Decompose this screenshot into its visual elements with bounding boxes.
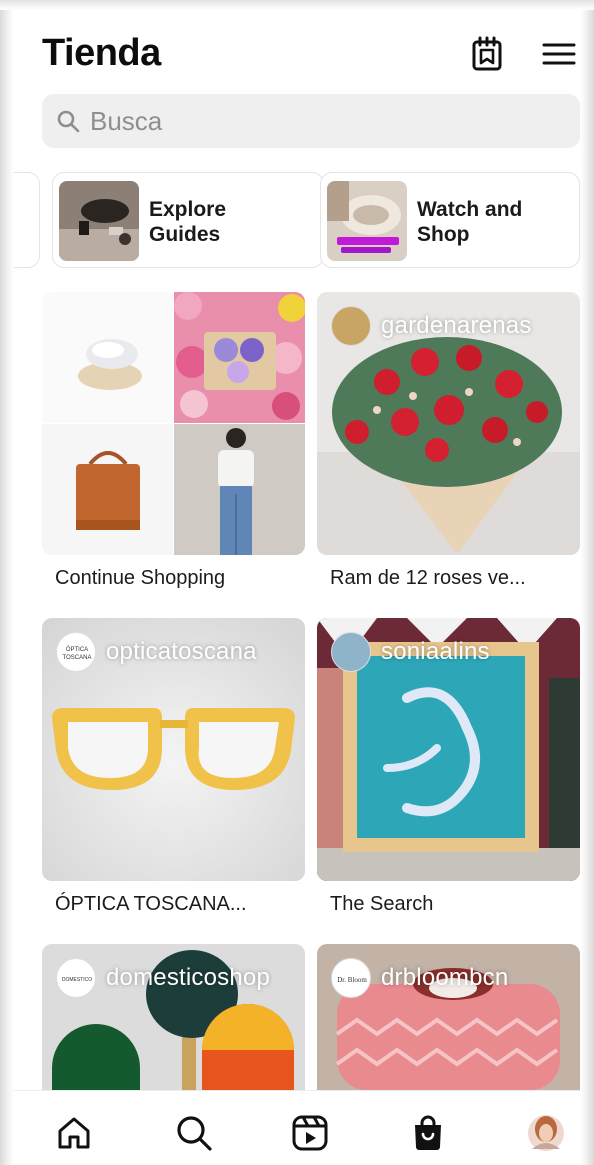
explore-guides-card[interactable]: Explore Guides [52, 172, 324, 268]
shop-name: opticatoscana [106, 638, 257, 665]
bottom-nav [14, 1090, 580, 1165]
svg-text:TOSCANA: TOSCANA [63, 655, 92, 661]
explore-guides-thumbnail [59, 181, 139, 261]
product-thumbnail-stones [42, 292, 173, 423]
shop-avatar: Dr. Bloom [331, 958, 371, 998]
svg-text:ÓPTICA: ÓPTICA [66, 646, 88, 653]
shop-screen: Tienda Busca Explore Guides Watch and Sh… [0, 0, 594, 1165]
home-icon[interactable] [54, 1113, 94, 1153]
shop-logo: Dr. Bloom [337, 976, 367, 984]
shop-name: domesticoshop [106, 964, 271, 991]
shop-avatar [331, 306, 371, 346]
product-tile-gardenarenas[interactable]: gardenarenas [317, 292, 580, 555]
shop-name: drbloombcn [381, 964, 509, 991]
product-caption: ÓPTICA TOSCANA... [55, 893, 247, 915]
page-title: Tienda [42, 32, 161, 74]
product-tile-soniaalins[interactable]: soniaalins [317, 618, 580, 881]
shop-name: gardenarenas [381, 312, 532, 339]
window-edge-right [580, 0, 594, 1165]
guide-card-partial[interactable] [14, 172, 40, 268]
watch-and-shop-thumbnail [327, 181, 407, 261]
product-tile-domesticoshop[interactable]: DOMESTICO domesticoshop [42, 944, 305, 1090]
product-thumbnail-outfit [174, 424, 305, 555]
shop-logo: ÓPTICA TOSCANA [63, 646, 92, 661]
shop-name: soniaalins [381, 638, 490, 665]
product-caption: Ram de 12 roses ve... [330, 567, 526, 589]
search-input[interactable] [90, 103, 550, 139]
search-icon[interactable] [174, 1113, 214, 1153]
watch-and-shop-card[interactable]: Watch and Shop [320, 172, 580, 268]
product-tile-opticatoscana[interactable]: ÓPTICA TOSCANA opticatoscana [42, 618, 305, 881]
svg-text:Dr. Bloom: Dr. Bloom [337, 976, 367, 984]
search-icon [56, 109, 80, 133]
saved-collections-icon[interactable] [470, 36, 504, 72]
product-thumbnail-bag [42, 424, 173, 555]
hamburger-menu-icon[interactable] [542, 36, 576, 72]
continue-shopping-tile[interactable] [42, 292, 305, 555]
window-edge-left [0, 0, 14, 1165]
product-tile-drbloombcn[interactable]: Dr. Bloom drbloombcn [317, 944, 580, 1090]
reels-icon[interactable] [290, 1113, 330, 1153]
shop-avatar: DOMESTICO [56, 958, 96, 998]
shop-avatar [331, 632, 371, 672]
shop-logo: DOMESTICO [62, 977, 92, 983]
shop-icon[interactable] [408, 1113, 448, 1153]
svg-text:DOMESTICO: DOMESTICO [62, 977, 92, 983]
guides-carousel: Explore Guides Watch and Shop [14, 172, 580, 268]
product-thumbnail-flowers [174, 292, 305, 423]
continue-shopping-caption: Continue Shopping [55, 567, 226, 589]
explore-guides-label: Explore Guides [149, 198, 227, 246]
header: Tienda [42, 30, 580, 80]
profile-avatar[interactable] [526, 1113, 566, 1153]
product-caption: The Search [330, 893, 434, 915]
search-bar[interactable] [42, 94, 580, 148]
window-edge-top [0, 0, 594, 10]
watch-and-shop-label: Watch and Shop [417, 198, 523, 246]
shop-avatar: ÓPTICA TOSCANA [56, 632, 96, 672]
